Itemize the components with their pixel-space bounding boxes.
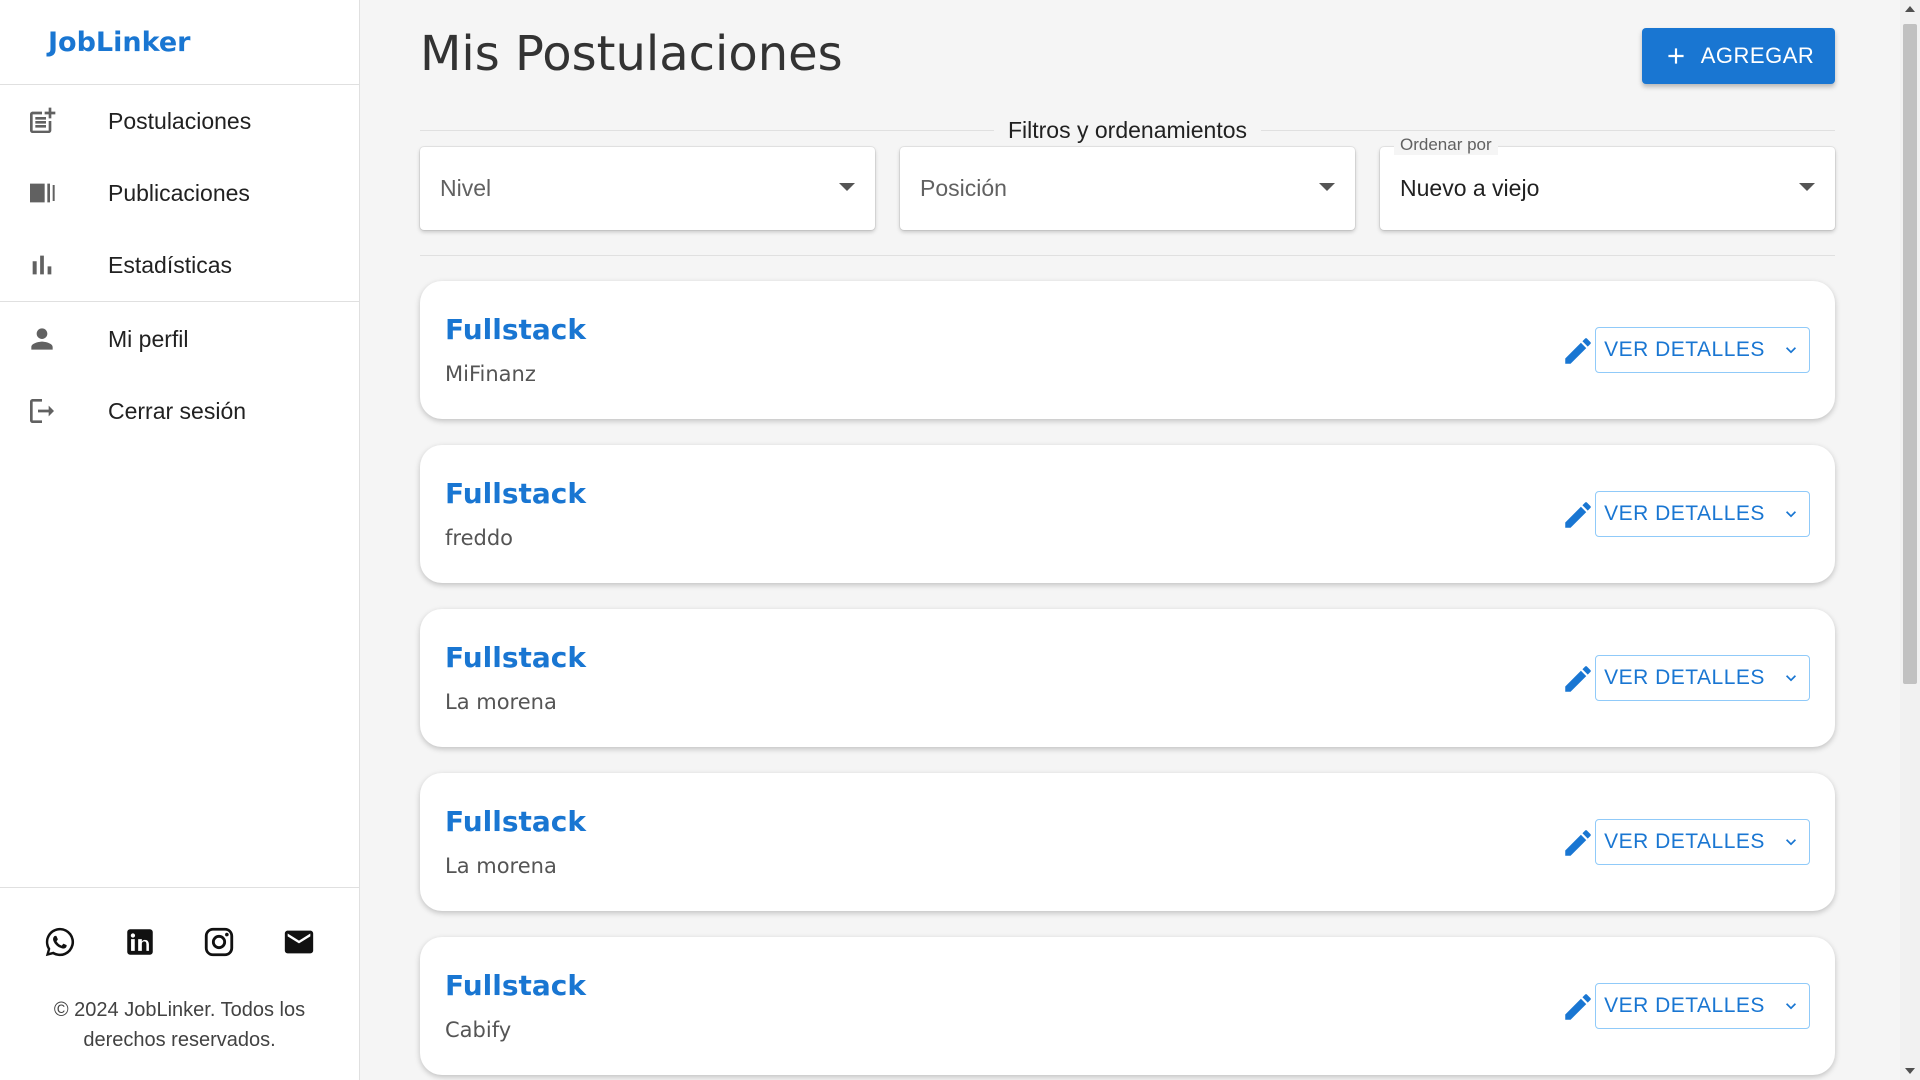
- edit-icon[interactable]: [1561, 826, 1595, 860]
- view-details-button[interactable]: VER DETALLES: [1595, 327, 1810, 373]
- copyright-text: © 2024 JobLinker. Todos los derechos res…: [53, 999, 306, 1051]
- application-title[interactable]: Fullstack: [445, 313, 586, 346]
- nav-label: Postulaciones: [108, 107, 252, 134]
- divider: [420, 255, 1835, 256]
- nivel-select-placeholder: Nivel: [440, 175, 492, 201]
- application-card: Fullstack La morena VER DETALLES: [420, 609, 1835, 747]
- application-company: La morena: [445, 854, 557, 878]
- application-company: freddo: [445, 526, 513, 550]
- nav-item-estadisticas[interactable]: Estadísticas: [0, 229, 359, 301]
- divider-line: [1261, 129, 1836, 131]
- whatsapp-icon[interactable]: [43, 925, 77, 959]
- page-scrollbar[interactable]: [1900, 0, 1920, 1080]
- chevron-down-icon: [1785, 347, 1796, 354]
- bar-chart-icon: [0, 249, 108, 281]
- applications-list: Fullstack MiFinanz VER DETALLES Fullstac…: [420, 281, 1835, 1080]
- view-details-button[interactable]: VER DETALLES: [1595, 819, 1810, 865]
- nav-label: Estadísticas: [108, 251, 232, 278]
- nav-label: Publicaciones: [108, 179, 250, 206]
- main-nav: Postulaciones Publicaciones Estadísticas: [0, 85, 359, 301]
- view-details-button[interactable]: VER DETALLES: [1595, 655, 1810, 701]
- linkedin-icon[interactable]: [123, 925, 157, 959]
- scroll-down-arrow-icon[interactable]: [1905, 1068, 1915, 1074]
- instagram-icon[interactable]: [202, 925, 236, 959]
- nivel-select[interactable]: Nivel: [420, 147, 875, 230]
- application-company: La morena: [445, 690, 557, 714]
- chevron-down-icon: [1785, 1003, 1796, 1010]
- view-details-label: VER DETALLES: [1604, 338, 1765, 361]
- page-title: Mis Postulaciones: [420, 26, 843, 82]
- view-details-label: VER DETALLES: [1604, 666, 1765, 689]
- dropdown-arrow-icon: [839, 183, 855, 191]
- sort-select[interactable]: Ordenar por Nuevo a viejo: [1380, 135, 1835, 230]
- sidebar: JobLinker Postulaciones Publicaciones Es…: [0, 0, 360, 1080]
- edit-icon[interactable]: [1561, 990, 1595, 1024]
- view-details-label: VER DETALLES: [1604, 502, 1765, 525]
- edit-icon[interactable]: [1561, 498, 1595, 532]
- nav-label: Cerrar sesión: [108, 397, 247, 424]
- application-company: MiFinanz: [445, 362, 536, 386]
- edit-icon[interactable]: [1561, 662, 1595, 696]
- filters-divider: Filtros y ordenamientos: [420, 115, 1836, 145]
- nav-item-mi-perfil[interactable]: Mi perfil: [0, 303, 359, 375]
- posicion-select[interactable]: Posición: [900, 147, 1355, 230]
- application-title[interactable]: Fullstack: [445, 969, 586, 1002]
- account-nav: Mi perfil Cerrar sesión: [0, 301, 359, 447]
- chevron-down-icon: [1785, 511, 1796, 518]
- application-title[interactable]: Fullstack: [445, 805, 586, 838]
- filters-title: Filtros y ordenamientos: [1007, 116, 1248, 143]
- application-company: Cabify: [445, 1018, 512, 1042]
- view-details-button[interactable]: VER DETALLES: [1595, 491, 1810, 537]
- dropdown-arrow-icon: [1319, 183, 1335, 191]
- view-details-button[interactable]: VER DETALLES: [1595, 983, 1810, 1029]
- edit-icon[interactable]: [1561, 334, 1595, 368]
- filter-selects: Nivel Posición Ordenar por Nuevo a viejo: [420, 135, 1835, 230]
- chevron-down-icon: [1785, 675, 1796, 682]
- application-card: Fullstack Cabify VER DETALLES: [420, 937, 1835, 1075]
- application-card: Fullstack La morena VER DETALLES: [420, 773, 1835, 911]
- social-links: [0, 888, 359, 959]
- dropdown-arrow-icon: [1799, 183, 1815, 191]
- sort-select-value: Nuevo a viejo: [1400, 175, 1540, 201]
- application-title[interactable]: Fullstack: [445, 477, 586, 510]
- nav-item-postulaciones[interactable]: Postulaciones: [0, 85, 359, 157]
- person-icon: [0, 323, 108, 355]
- nav-label: Mi perfil: [108, 325, 189, 352]
- view-details-label: VER DETALLES: [1604, 994, 1765, 1017]
- application-title[interactable]: Fullstack: [445, 641, 586, 674]
- logout-icon: [0, 395, 108, 427]
- sidebar-footer: © 2024 JobLinker. Todos los derechos res…: [0, 887, 359, 1080]
- mail-icon[interactable]: [282, 925, 316, 959]
- scrollbar-thumb[interactable]: [1903, 24, 1917, 684]
- chevron-down-icon: [1785, 839, 1796, 846]
- post-add-icon: [0, 105, 108, 137]
- posicion-select-placeholder: Posición: [920, 175, 1007, 201]
- nav-item-cerrar-sesion[interactable]: Cerrar sesión: [0, 375, 359, 447]
- nav-item-publicaciones[interactable]: Publicaciones: [0, 157, 359, 229]
- application-card: Fullstack freddo VER DETALLES: [420, 445, 1835, 583]
- scroll-up-arrow-icon[interactable]: [1905, 6, 1915, 12]
- plus-icon: [1668, 48, 1684, 64]
- add-button-label: AGREGAR: [1700, 43, 1815, 68]
- add-button[interactable]: AGREGAR: [1642, 28, 1835, 84]
- view-details-label: VER DETALLES: [1604, 830, 1765, 853]
- divider-line: [420, 129, 994, 131]
- brand-logo[interactable]: JobLinker: [0, 0, 359, 85]
- application-card: Fullstack MiFinanz VER DETALLES: [420, 281, 1835, 419]
- library-books-icon: [0, 177, 108, 209]
- sort-select-label: Ordenar por: [1394, 135, 1498, 155]
